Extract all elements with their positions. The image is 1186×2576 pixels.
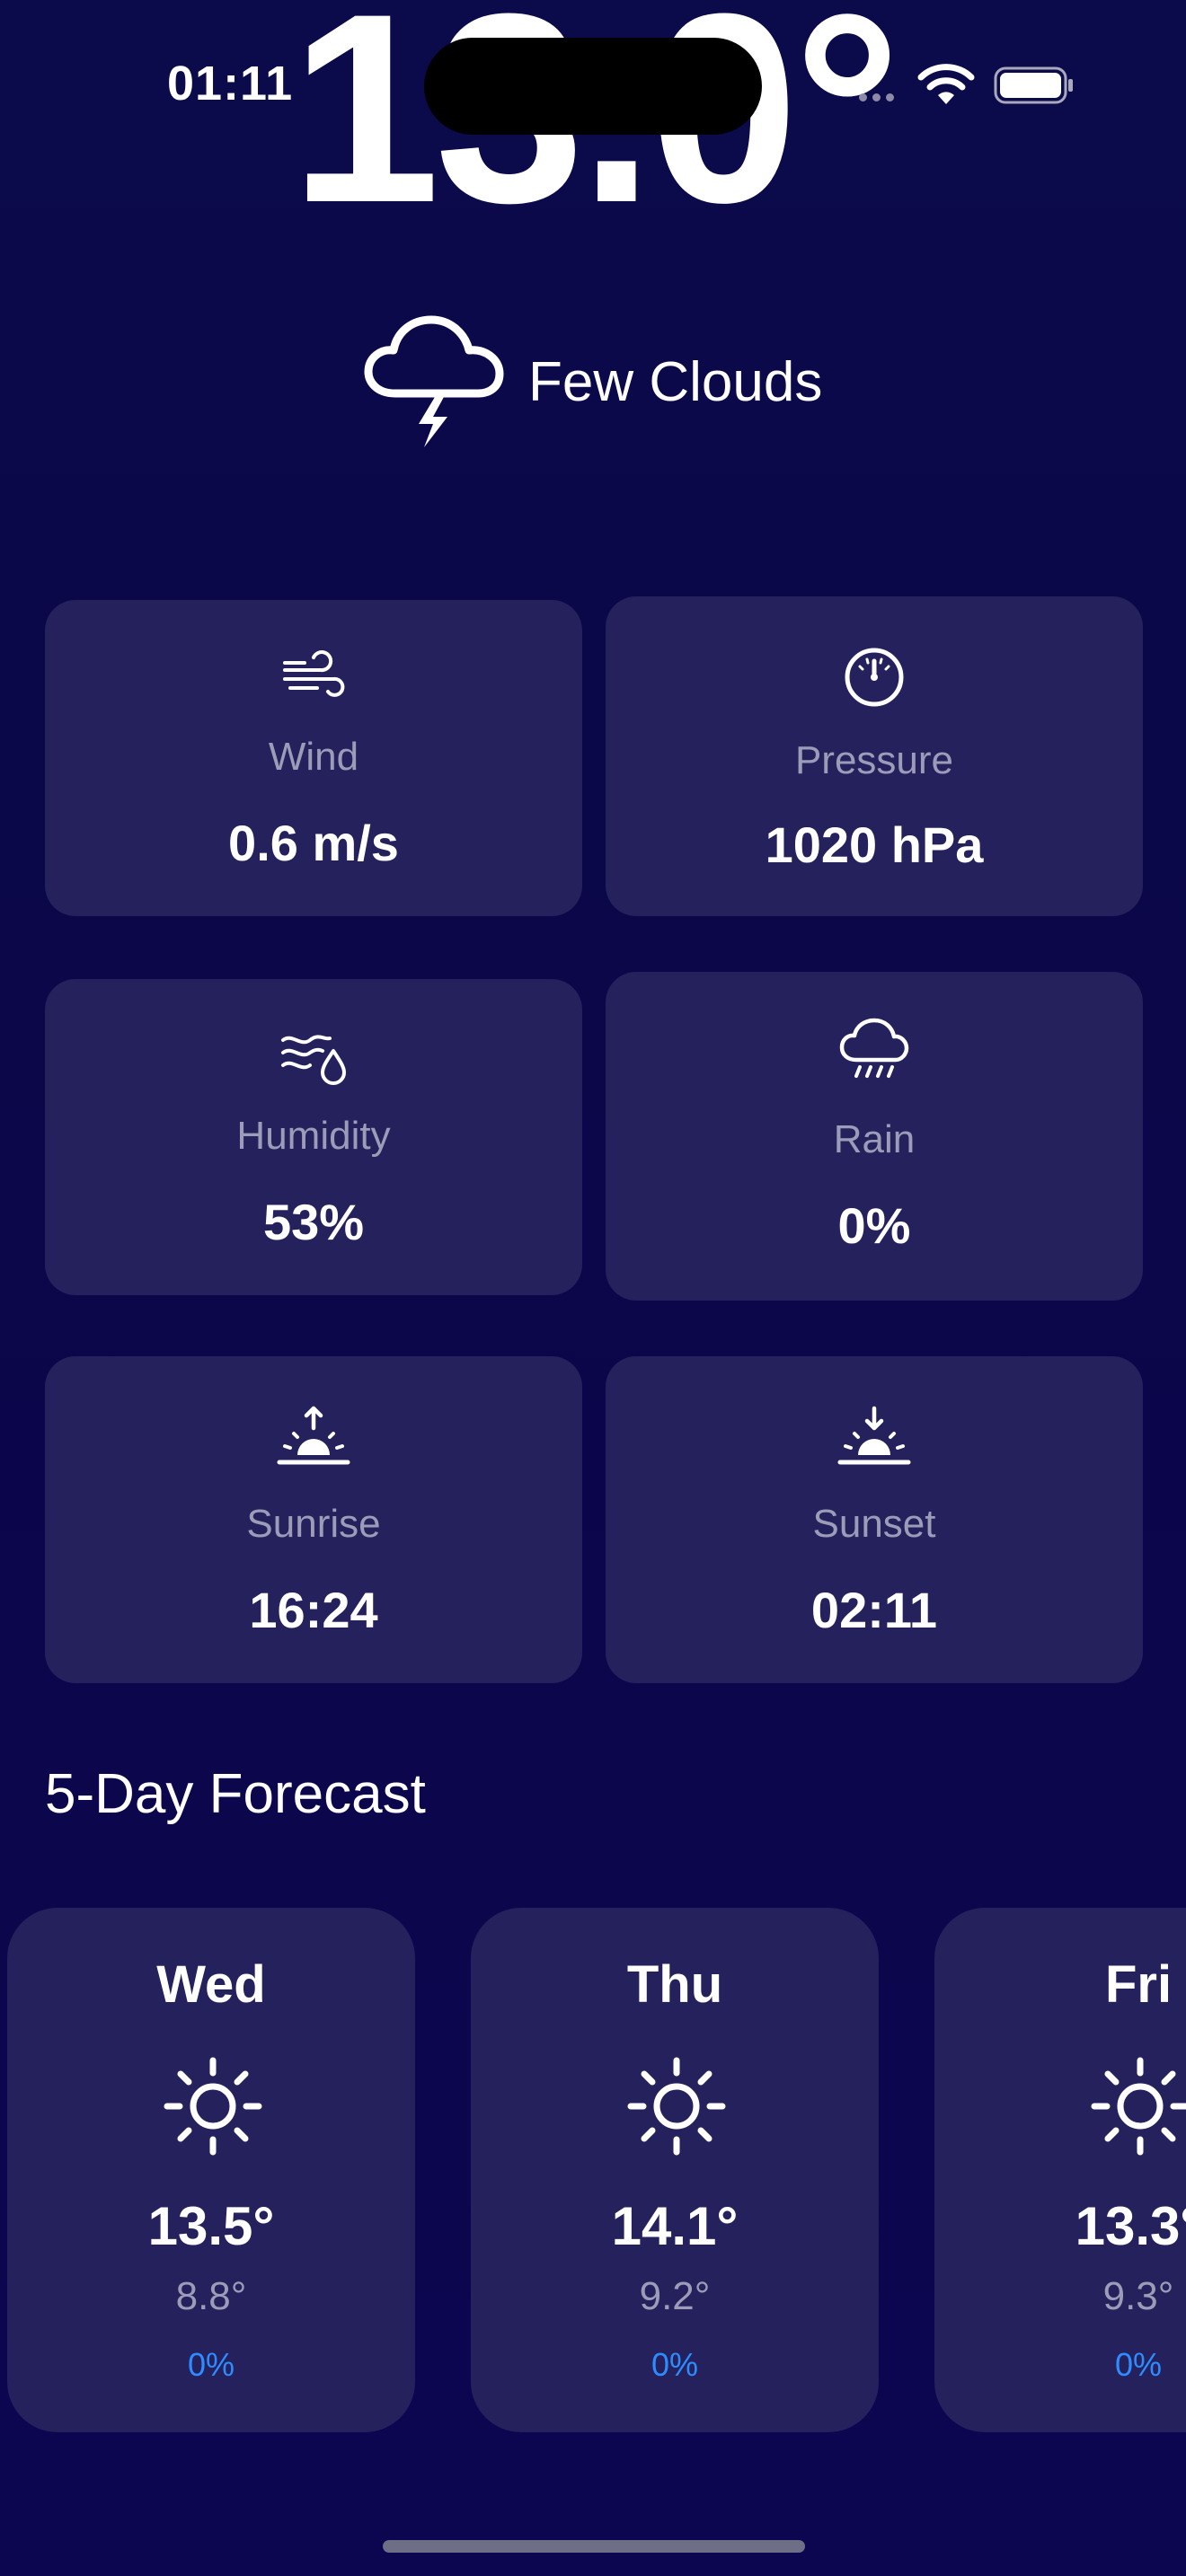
dynamic-island — [424, 38, 762, 135]
rain-card: Rain 0% — [606, 972, 1143, 1301]
pressure-value: 1020 hPa — [765, 816, 984, 873]
forecast-high: 13.5° — [147, 2196, 275, 2256]
forecast-rain: 0% — [187, 2346, 235, 2383]
sun-icon — [164, 2057, 262, 2156]
sunrise-value: 16:24 — [249, 1582, 378, 1638]
forecast-day-name: Thu — [626, 1955, 723, 2014]
cloud-bolt-icon — [364, 315, 504, 447]
humidity-label: Humidity — [236, 1114, 391, 1158]
cellular-dots-icon — [859, 93, 894, 101]
home-indicator[interactable] — [383, 2540, 805, 2553]
wifi-icon — [917, 64, 975, 104]
humidity-card: Humidity 53% — [45, 979, 582, 1295]
sun-icon — [1091, 2057, 1186, 2156]
sunset-label: Sunset — [812, 1502, 936, 1546]
forecast-rain: 0% — [651, 2346, 699, 2383]
pressure-card: Pressure 1020 hPa — [606, 596, 1143, 916]
forecast-low: 8.8° — [175, 2274, 247, 2318]
forecast-day-name: Wed — [156, 1955, 266, 2014]
rain-value: 0% — [837, 1197, 911, 1254]
sunset-card: Sunset 02:11 — [606, 1356, 1143, 1683]
wind-value: 0.6 m/s — [228, 815, 399, 871]
forecast-rain: 0% — [1114, 2346, 1163, 2383]
status-time: 01:11 — [167, 57, 294, 110]
sunset-value: 02:11 — [810, 1582, 938, 1638]
wind-card: Wind 0.6 m/s — [45, 600, 582, 916]
sunrise-icon — [277, 1406, 350, 1465]
humidity-icon — [281, 1035, 346, 1085]
forecast-low: 9.3° — [1102, 2274, 1174, 2318]
sunset-icon — [837, 1406, 911, 1465]
wind-label: Wind — [268, 735, 359, 779]
forecast-day-card[interactable]: Thu 14.1° 9.2° 0% — [471, 1908, 879, 2432]
gauge-icon — [845, 648, 904, 707]
pressure-label: Pressure — [794, 738, 954, 782]
forecast-day-name: Fri — [1104, 1955, 1173, 2014]
forecast-high: 14.1° — [611, 2196, 739, 2256]
forecast-day-card[interactable]: Wed 13.5° 8.8° 0% — [7, 1908, 415, 2432]
sunrise-label: Sunrise — [246, 1502, 381, 1546]
cloud-rain-icon — [839, 1018, 909, 1078]
forecast-title: 5-Day Forecast — [45, 1763, 426, 1825]
sunrise-card: Sunrise 16:24 — [45, 1356, 582, 1683]
forecast-high: 13.3° — [1075, 2196, 1186, 2256]
forecast-low: 9.2° — [639, 2274, 711, 2318]
forecast-day-card[interactable]: Fri 13.3° 9.3° 0% — [934, 1908, 1186, 2432]
rain-label: Rain — [833, 1117, 916, 1161]
battery-icon — [994, 66, 1073, 104]
humidity-value: 53% — [262, 1194, 365, 1250]
sun-icon — [627, 2057, 726, 2156]
wind-icon — [283, 650, 345, 697]
condition-text: Few Clouds — [528, 351, 823, 413]
